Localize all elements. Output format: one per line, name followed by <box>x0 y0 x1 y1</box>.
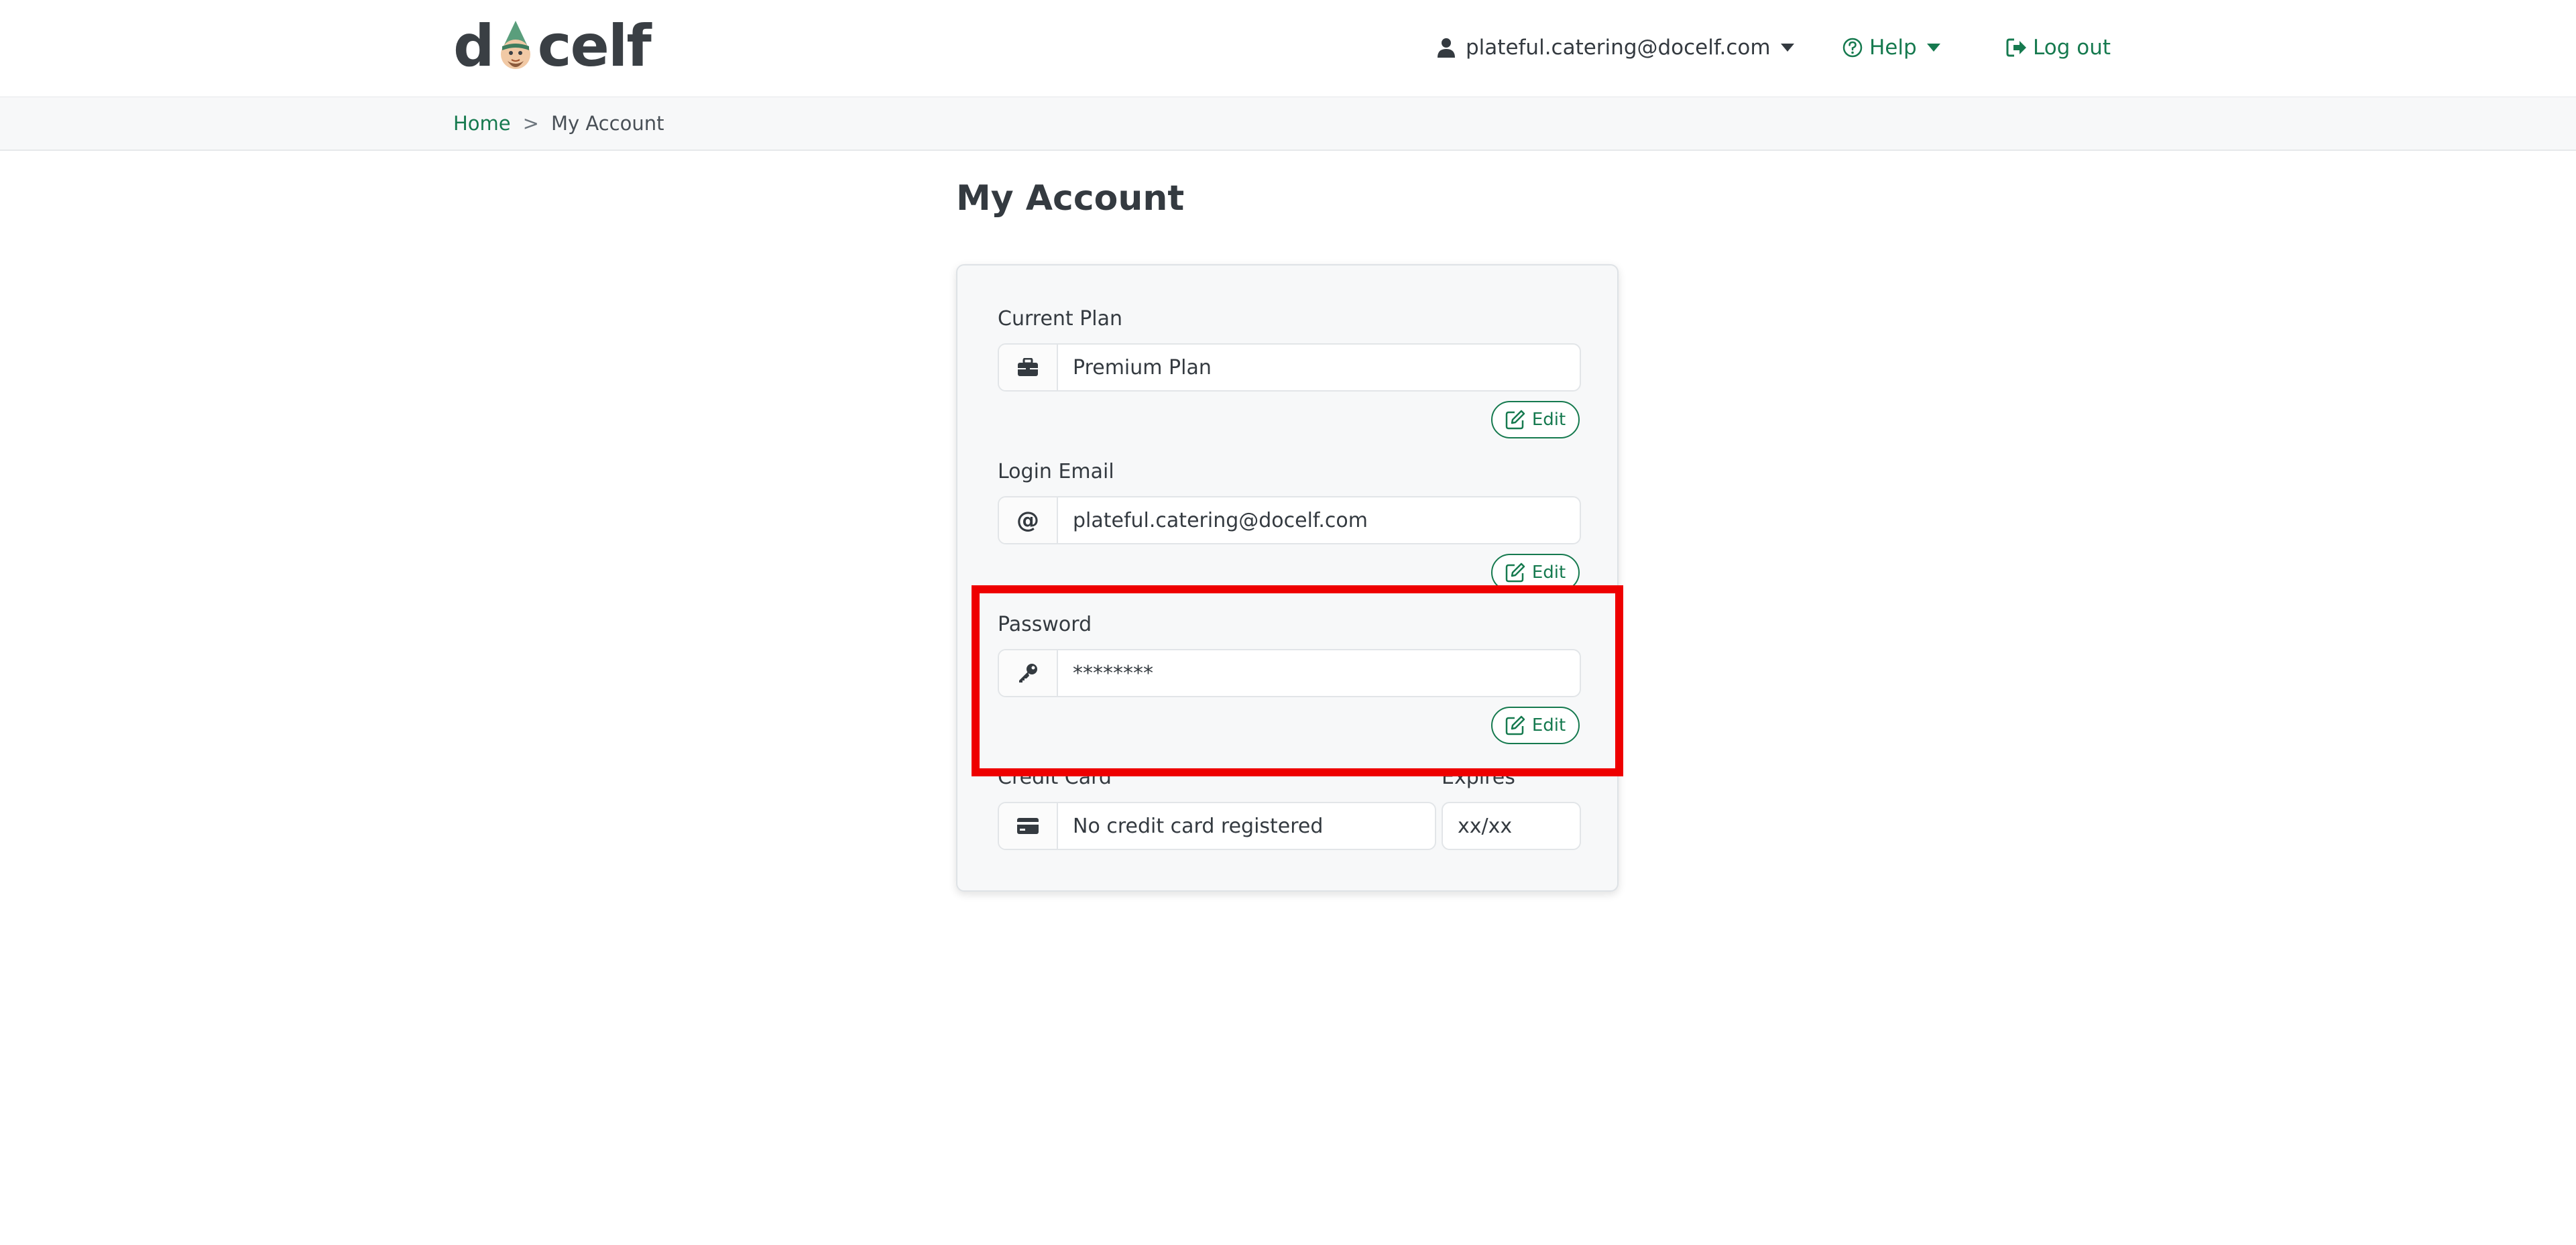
logo-text-right: celf <box>537 13 652 80</box>
account-card: Current Plan Premium Plan Edit Login Ema… <box>956 264 1619 892</box>
edit-password-button[interactable]: Edit <box>1491 707 1580 744</box>
user-icon <box>1438 38 1455 58</box>
help-label: Help <box>1869 36 1917 60</box>
password-label: Password <box>998 613 1092 636</box>
chevron-down-icon <box>1780 43 1795 52</box>
edit-password-label: Edit <box>1531 715 1566 735</box>
edit-email-label: Edit <box>1531 562 1566 583</box>
breadcrumb-current: My Account <box>550 112 664 135</box>
edit-icon <box>1505 562 1525 583</box>
edit-plan-label: Edit <box>1531 410 1566 430</box>
top-navbar: d celf plateful.catering@docelf.com Help <box>0 0 2576 98</box>
password-field: ******** <box>998 649 1581 697</box>
current-plan-value: Premium Plan <box>1073 355 1212 379</box>
briefcase-icon <box>999 345 1058 390</box>
edit-email-button[interactable]: Edit <box>1491 554 1580 591</box>
login-email-field: @ plateful.catering@docelf.com <box>998 496 1581 544</box>
breadcrumb: Home > My Account <box>453 97 664 150</box>
logo-text-left: d <box>453 13 495 80</box>
logout-label: Log out <box>2033 36 2111 60</box>
user-menu[interactable]: plateful.catering@docelf.com <box>1438 31 1795 64</box>
breadcrumb-separator: > <box>522 112 539 135</box>
credit-card-label: Credit Card <box>998 766 1112 789</box>
current-plan-label: Current Plan <box>998 307 1123 331</box>
login-email-value: plateful.catering@docelf.com <box>1073 508 1368 532</box>
expires-value: xx/xx <box>1458 814 1513 838</box>
question-circle-icon <box>1842 38 1863 58</box>
edit-icon <box>1505 715 1525 735</box>
edit-icon <box>1505 410 1525 430</box>
edit-plan-button[interactable]: Edit <box>1491 401 1580 438</box>
sign-out-icon <box>2006 38 2028 58</box>
credit-card-field: No credit card registered <box>998 802 1436 850</box>
current-plan-field: Premium Plan <box>998 343 1581 392</box>
credit-card-value: No credit card registered <box>1073 814 1324 838</box>
logout-link[interactable]: Log out <box>2006 31 2111 64</box>
password-value: ******** <box>1073 661 1153 685</box>
credit-card-icon <box>999 803 1058 849</box>
help-menu[interactable]: Help <box>1842 31 1941 64</box>
chevron-down-icon <box>1926 43 1941 52</box>
elf-logo-icon <box>500 21 530 69</box>
login-email-label: Login Email <box>998 460 1114 483</box>
expires-label: Expires <box>1442 766 1515 789</box>
expires-field: xx/xx <box>1442 802 1581 850</box>
user-email: plateful.catering@docelf.com <box>1466 36 1771 60</box>
at-icon: @ <box>999 497 1058 543</box>
breadcrumb-bar: Home > My Account <box>0 97 2576 151</box>
key-icon <box>999 650 1058 696</box>
breadcrumb-home-link[interactable]: Home <box>453 112 511 135</box>
docelf-logo[interactable]: d celf <box>453 13 652 80</box>
page-title: My Account <box>956 178 1185 219</box>
